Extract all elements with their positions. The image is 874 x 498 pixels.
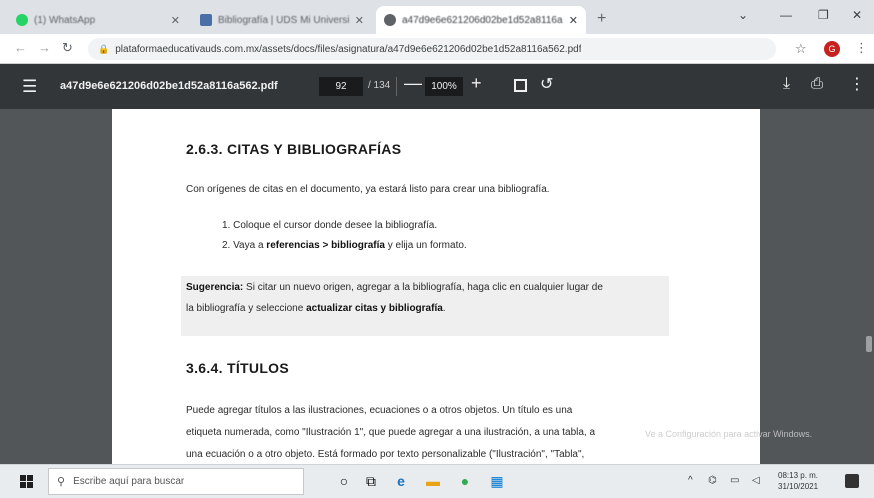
zoom-in-button[interactable]: + bbox=[471, 73, 482, 94]
windows-taskbar: ⚲ Escribe aquí para buscar ○ ⧉ e ▬ ● ▦ ^… bbox=[0, 464, 874, 498]
minimize-button[interactable]: — bbox=[780, 8, 792, 22]
browser-toolbar: ← → ↻ 🔒 plataformaeducativauds.com.mx/as… bbox=[0, 34, 874, 64]
activate-windows-watermark: Activar Windows bbox=[655, 409, 759, 425]
pdf-filename: a47d9e6e621206d02be1d52a8116a562.pdf bbox=[60, 80, 278, 92]
tip-line-2: la bibliografía y seleccione actualizar … bbox=[186, 303, 446, 314]
scrollbar-thumb[interactable] bbox=[866, 336, 872, 352]
list-item: 2. Vaya a referencias > bibliografía y e… bbox=[222, 240, 467, 251]
scrollbar-track[interactable] bbox=[864, 109, 874, 464]
tab-strip: (1) WhatsApp ✕ Bibliografía | UDS Mi Uni… bbox=[0, 0, 874, 34]
windows-start-icon[interactable] bbox=[20, 475, 33, 488]
battery-icon[interactable]: ▭ bbox=[730, 475, 739, 486]
tab-bibliografia[interactable]: Bibliografía | UDS Mi Universidad ✕ bbox=[192, 6, 372, 34]
volume-icon[interactable]: ◁ bbox=[752, 475, 760, 486]
forward-icon[interactable]: → bbox=[38, 40, 51, 55]
section-heading-citas: 2.6.3. CITAS Y BIBLIOGRAFÍAS bbox=[186, 141, 402, 157]
globe-icon bbox=[384, 14, 396, 26]
toolbar-divider bbox=[396, 77, 397, 96]
notification-center-icon[interactable] bbox=[845, 474, 859, 488]
tip-line-1: Sugerencia: Si citar un nuevo origen, ag… bbox=[186, 282, 603, 293]
profile-avatar[interactable]: G bbox=[824, 41, 840, 57]
whatsapp-icon bbox=[16, 14, 28, 26]
close-icon[interactable]: ✕ bbox=[171, 14, 180, 27]
pdf-toolbar: ☰ a47d9e6e621206d02be1d52a8116a562.pdf 9… bbox=[0, 64, 874, 109]
tab-label: (1) WhatsApp bbox=[34, 14, 96, 26]
page-number-input[interactable]: 92 bbox=[319, 77, 363, 96]
url-text: plataformaeducativauds.com.mx/assets/doc… bbox=[115, 43, 582, 55]
reload-icon[interactable]: ↻ bbox=[62, 40, 73, 56]
cortana-icon[interactable]: ○ bbox=[335, 472, 353, 490]
list-item: 1. Coloque el cursor donde desee la bibl… bbox=[222, 220, 438, 231]
download-icon[interactable]: ⤓ bbox=[783, 75, 790, 93]
tray-chevron-icon[interactable]: ^ bbox=[688, 475, 693, 486]
zoom-level-input[interactable]: 100% bbox=[425, 77, 463, 96]
tab-pdf[interactable]: a47d9e6e621206d02be1d52a8116a562.pdf ✕ bbox=[376, 6, 586, 34]
search-icon: ⚲ bbox=[57, 476, 66, 488]
address-bar[interactable]: 🔒 plataformaeducativauds.com.mx/assets/d… bbox=[88, 38, 776, 60]
close-icon[interactable]: ✕ bbox=[355, 14, 364, 27]
intro-paragraph: Con orígenes de citas en el documento, y… bbox=[186, 184, 550, 195]
bookmark-star-icon[interactable]: ☆ bbox=[795, 41, 807, 57]
body-line: Puede agregar títulos a las ilustracione… bbox=[186, 405, 573, 416]
body-line: etiqueta numerada, como "Ilustración 1",… bbox=[186, 427, 596, 438]
zoom-out-button[interactable]: — bbox=[404, 73, 422, 94]
chrome-icon[interactable]: ● bbox=[456, 472, 474, 490]
new-tab-button[interactable]: + bbox=[597, 10, 606, 28]
tab-whatsapp[interactable]: (1) WhatsApp ✕ bbox=[8, 6, 188, 34]
search-placeholder: Escribe aquí para buscar bbox=[73, 476, 185, 487]
task-view-icon[interactable]: ⧉ bbox=[362, 472, 380, 490]
maximize-button[interactable]: ❐ bbox=[818, 8, 829, 22]
lock-icon: 🔒 bbox=[98, 43, 110, 54]
site-icon bbox=[200, 14, 212, 26]
activate-windows-hint: Ve a Configuración para activar Windows. bbox=[645, 429, 813, 439]
taskbar-search-input[interactable]: ⚲ Escribe aquí para buscar bbox=[48, 468, 304, 495]
section-heading-titulos: 3.6.4. TÍTULOS bbox=[186, 360, 289, 376]
edge-icon[interactable]: e bbox=[392, 472, 410, 490]
tab-search-icon[interactable]: ⌄ bbox=[738, 8, 748, 22]
back-icon[interactable]: ← bbox=[14, 40, 27, 55]
close-icon[interactable]: ✕ bbox=[569, 14, 578, 27]
network-icon[interactable]: ⌬ bbox=[708, 475, 717, 486]
page-total: / 134 bbox=[368, 80, 391, 91]
fit-page-icon[interactable] bbox=[514, 79, 527, 92]
tab-label: a47d9e6e621206d02be1d52a8116a562.pdf bbox=[402, 14, 563, 26]
hamburger-menu-icon[interactable]: ☰ bbox=[22, 77, 37, 97]
tab-label: Bibliografía | UDS Mi Universidad bbox=[218, 14, 349, 26]
body-line: una ecuación o a otro objeto. Está forma… bbox=[186, 449, 585, 460]
rotate-icon[interactable]: ↺ bbox=[540, 74, 553, 94]
print-icon[interactable]: ⎙ bbox=[811, 75, 823, 92]
close-window-button[interactable]: ✕ bbox=[852, 8, 862, 22]
browser-menu-icon[interactable]: ⋮ bbox=[855, 40, 868, 56]
more-options-icon[interactable]: ⋮ bbox=[849, 74, 865, 94]
file-explorer-icon[interactable]: ▬ bbox=[424, 472, 442, 490]
system-clock[interactable]: 08:13 p. m. 31/10/2021 bbox=[778, 470, 818, 492]
store-icon[interactable]: ▦ bbox=[488, 472, 506, 490]
